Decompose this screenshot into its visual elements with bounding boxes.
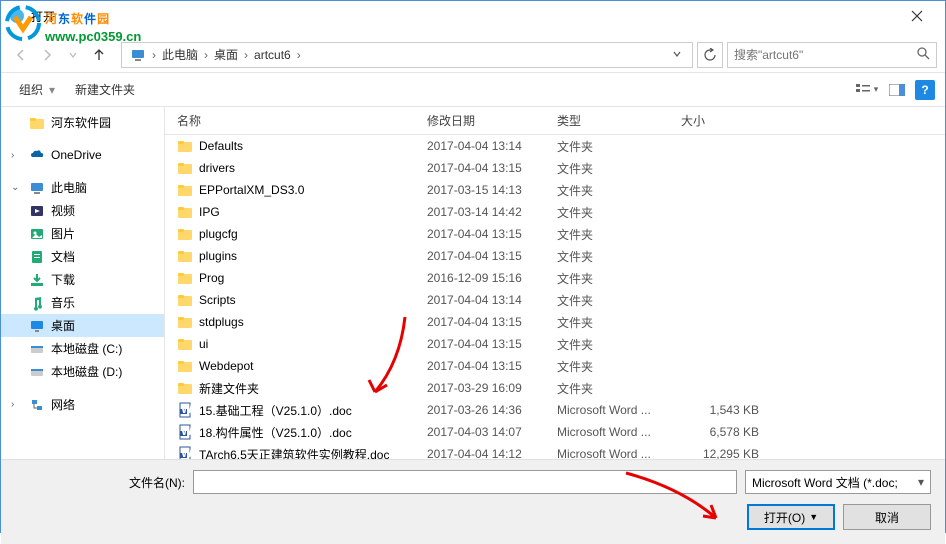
chevron-right-icon: › — [202, 48, 210, 62]
file-row[interactable]: IPG2017-03-14 14:42文件夹 — [165, 201, 945, 223]
file-row[interactable]: plugins2017-04-04 13:15文件夹 — [165, 245, 945, 267]
breadcrumb-dropdown[interactable] — [666, 48, 688, 62]
bottom-panel: 文件名(N): Microsoft Word 文档 (*.doc; ▾ 打开(O… — [1, 459, 945, 544]
chevron-right-icon: › — [295, 48, 303, 62]
chevron-down-icon: ▾ — [918, 475, 924, 489]
window-title: 打开 — [31, 8, 897, 25]
sidebar-item-2[interactable]: ›OneDrive — [1, 144, 164, 166]
svg-text:W: W — [181, 446, 193, 459]
file-list: Defaults2017-04-04 13:14文件夹drivers2017-0… — [165, 135, 945, 459]
sidebar-item-6[interactable]: 图片 — [1, 222, 164, 245]
breadcrumb-seg-2[interactable]: artcut6 — [250, 48, 295, 62]
sidebar-item-0[interactable]: 河东软件园 — [1, 111, 164, 134]
file-row[interactable]: drivers2017-04-04 13:15文件夹 — [165, 157, 945, 179]
toolbar: 组织▾ 新建文件夹 ▾ ? — [1, 73, 945, 107]
chevron-right-icon: › — [242, 48, 250, 62]
cancel-button[interactable]: 取消 — [843, 504, 931, 530]
file-row[interactable]: 新建文件夹2017-03-29 16:09文件夹 — [165, 377, 945, 399]
file-row[interactable]: Webdepot2017-04-04 13:15文件夹 — [165, 355, 945, 377]
sidebar: 河东软件园 ›OneDrive ⌄此电脑视频图片文档下载音乐桌面本地磁盘 (C:)本… — [1, 107, 165, 459]
chevron-down-icon: ▾ — [49, 83, 55, 97]
help-button[interactable]: ? — [915, 80, 935, 100]
search-input[interactable] — [734, 48, 916, 62]
sidebar-item-7[interactable]: 文档 — [1, 245, 164, 268]
recent-dropdown[interactable] — [61, 43, 85, 67]
close-button[interactable] — [897, 2, 937, 30]
filename-input[interactable] — [193, 470, 737, 494]
up-button[interactable] — [87, 43, 111, 67]
file-row[interactable]: EPPortalXM_DS3.02017-03-15 14:13文件夹 — [165, 179, 945, 201]
refresh-button[interactable] — [697, 42, 723, 68]
sidebar-item-14[interactable]: ›网络 — [1, 393, 164, 416]
file-area: 名称 修改日期 类型 大小 Defaults2017-04-04 13:14文件… — [165, 107, 945, 459]
chevron-right-icon: › — [150, 48, 158, 62]
new-folder-button[interactable]: 新建文件夹 — [67, 77, 143, 102]
file-row[interactable]: W18.构件属性（V25.1.0）.doc2017-04-03 14:07Mic… — [165, 421, 945, 443]
column-size[interactable]: 大小 — [681, 112, 761, 129]
breadcrumb-seg-1[interactable]: 桌面 — [210, 46, 242, 63]
file-row[interactable]: stdplugs2017-04-04 13:15文件夹 — [165, 311, 945, 333]
file-row[interactable]: ui2017-04-04 13:15文件夹 — [165, 333, 945, 355]
sidebar-item-4[interactable]: ⌄此电脑 — [1, 176, 164, 199]
file-row[interactable]: plugcfg2017-04-04 13:15文件夹 — [165, 223, 945, 245]
organize-menu[interactable]: 组织▾ — [11, 77, 65, 102]
sidebar-item-5[interactable]: 视频 — [1, 199, 164, 222]
navbar: › 此电脑 › 桌面 › artcut6 › — [1, 37, 945, 73]
sidebar-item-9[interactable]: 音乐 — [1, 291, 164, 314]
view-options-button[interactable]: ▾ — [855, 79, 879, 101]
column-type[interactable]: 类型 — [557, 112, 681, 129]
preview-pane-button[interactable] — [885, 79, 909, 101]
forward-button[interactable] — [35, 43, 59, 67]
column-headers: 名称 修改日期 类型 大小 — [165, 107, 945, 135]
column-date[interactable]: 修改日期 — [427, 112, 557, 129]
search-icon[interactable] — [916, 46, 930, 63]
column-name[interactable]: 名称 — [173, 112, 427, 129]
sidebar-item-11[interactable]: 本地磁盘 (C:) — [1, 337, 164, 360]
sidebar-item-12[interactable]: 本地磁盘 (D:) — [1, 360, 164, 383]
close-icon — [911, 10, 923, 22]
svg-text:W: W — [181, 402, 193, 416]
sidebar-item-10[interactable]: 桌面 — [1, 314, 164, 337]
app-icon — [9, 8, 25, 24]
file-row[interactable]: W15.基础工程（V25.1.0）.doc2017-03-26 14:36Mic… — [165, 399, 945, 421]
chevron-down-icon: ▼ — [809, 512, 818, 522]
back-button[interactable] — [9, 43, 33, 67]
sidebar-item-8[interactable]: 下载 — [1, 268, 164, 291]
file-row[interactable]: Scripts2017-04-04 13:14文件夹 — [165, 289, 945, 311]
file-row[interactable]: WTArch6.5天正建筑软件实例教程.doc2017-04-04 14:12M… — [165, 443, 945, 459]
titlebar: 打开 — [1, 1, 945, 31]
breadcrumb[interactable]: › 此电脑 › 桌面 › artcut6 › — [121, 42, 693, 68]
file-row[interactable]: Prog2016-12-09 15:16文件夹 — [165, 267, 945, 289]
search-box[interactable] — [727, 42, 937, 68]
refresh-icon — [703, 48, 717, 62]
file-row[interactable]: Defaults2017-04-04 13:14文件夹 — [165, 135, 945, 157]
filename-label: 文件名(N): — [15, 474, 185, 491]
open-button[interactable]: 打开(O) ▼ — [747, 504, 835, 530]
breadcrumb-seg-0[interactable]: 此电脑 — [158, 46, 202, 63]
svg-text:W: W — [181, 424, 193, 438]
pc-icon — [130, 47, 146, 63]
filetype-filter[interactable]: Microsoft Word 文档 (*.doc; ▾ — [745, 470, 931, 494]
